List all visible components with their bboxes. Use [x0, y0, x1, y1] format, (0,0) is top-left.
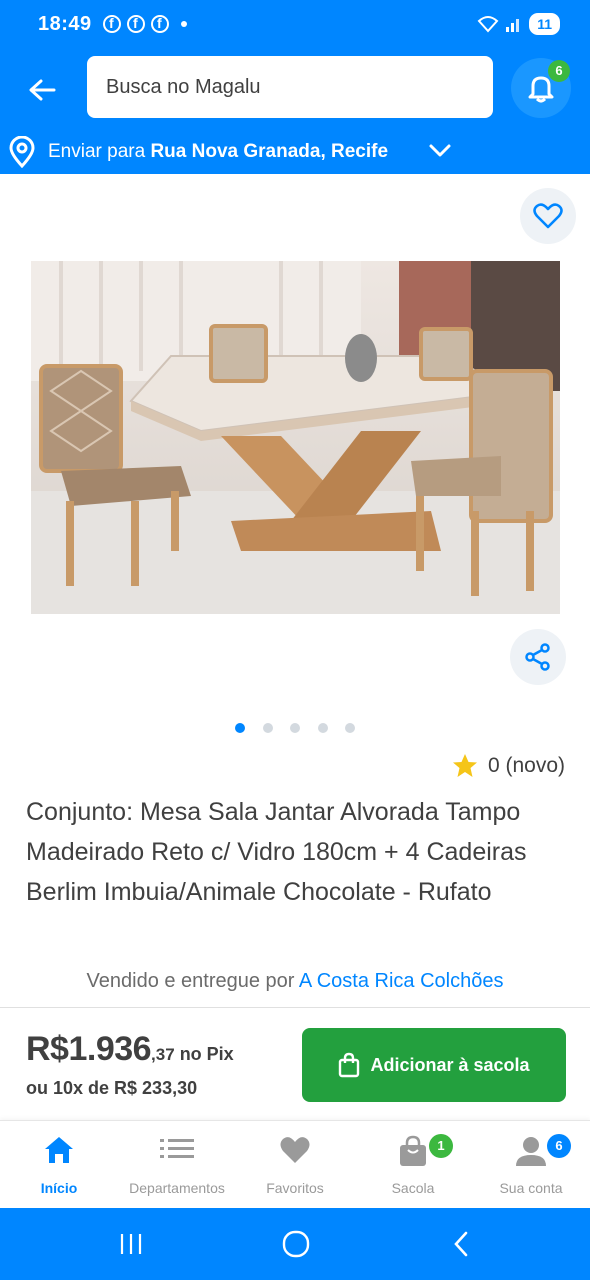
nav-item-sacola[interactable]: 1 Sacola [354, 1121, 472, 1209]
system-back-button[interactable] [441, 1226, 481, 1262]
address-prefix: Enviar para [48, 141, 151, 162]
nav-label-inicio: Início [40, 1180, 78, 1196]
star-icon [452, 754, 477, 777]
price-main: R$1.936 [26, 1030, 152, 1068]
delivery-address-bar[interactable]: Enviar para Rua Nova Granada, Recife [0, 128, 590, 174]
back-button[interactable] [22, 70, 62, 110]
rating-text: 0 (novo) [487, 753, 565, 777]
seller-prefix: Vendido e entregue por [86, 970, 299, 992]
app-header: 6 [0, 50, 590, 128]
battery-indicator: 11 [529, 13, 560, 35]
wifi-icon [477, 16, 499, 33]
address-text: Enviar para Rua Nova Granada, Recife [48, 141, 388, 163]
location-pin-icon [9, 136, 35, 168]
chevron-left-icon [454, 1231, 468, 1257]
recent-apps-icon [120, 1234, 142, 1254]
home-button[interactable] [276, 1226, 316, 1262]
nav-label-favoritos: Favoritos [266, 1180, 324, 1196]
carousel-dot-active[interactable] [235, 723, 245, 733]
more-notifications-icon [181, 21, 187, 27]
favorite-button[interactable] [520, 188, 576, 244]
notification-badge: 6 [548, 60, 570, 82]
heart-outline-icon [533, 203, 563, 229]
add-to-bag-label: Adicionar à sacola [370, 1054, 530, 1075]
user-icon [516, 1137, 546, 1166]
carousel-dot[interactable] [290, 723, 300, 733]
share-button[interactable] [510, 629, 566, 685]
search-box[interactable] [87, 56, 493, 118]
nav-label-departamentos: Departamentos [129, 1180, 225, 1196]
facebook-icon [151, 15, 169, 33]
image-carousel-dots [235, 723, 355, 733]
product-title: Conjunto: Mesa Sala Jantar Alvorada Tamp… [26, 798, 527, 906]
seller-link[interactable]: A Costa Rica Colchões [299, 970, 504, 992]
address-location: Rua Nova Granada, Recife [150, 141, 389, 162]
system-navigation-bar [0, 1208, 590, 1280]
add-to-bag-button[interactable]: Adicionar à sacola [302, 1028, 566, 1102]
chevron-down-icon [429, 144, 451, 157]
home-icon [45, 1137, 73, 1163]
account-badge: 6 [547, 1134, 571, 1158]
product-rating[interactable]: 0 (novo) [452, 753, 565, 778]
status-bar: 18:49 11 [0, 0, 590, 50]
price-cents: ,37 [151, 1045, 175, 1064]
price-method: no Pix [174, 1044, 234, 1064]
home-circle-icon [282, 1230, 310, 1258]
product-image[interactable] [31, 261, 560, 614]
nav-label-sacola: Sacola [391, 1180, 435, 1196]
carousel-dot[interactable] [262, 723, 273, 733]
heart-icon [280, 1137, 310, 1163]
carousel-dot[interactable] [345, 723, 355, 733]
nav-item-sua-conta[interactable]: 6 Sua conta [472, 1121, 590, 1209]
recent-apps-button[interactable] [111, 1226, 151, 1262]
divider [0, 1007, 590, 1008]
status-indicators: 11 [477, 13, 560, 35]
price-installments: ou 10x de R$ 233,30 [26, 1078, 198, 1098]
dining-set-illustration [31, 261, 560, 614]
signal-icon [506, 19, 520, 32]
price-block: R$1.936,37 no Pix [26, 1030, 234, 1069]
shopping-bag-icon [339, 1052, 360, 1078]
bag-count-badge: 1 [429, 1134, 453, 1158]
nav-label-sua-conta: Sua conta [499, 1180, 563, 1196]
carousel-dot[interactable] [317, 723, 328, 733]
facebook-icon [127, 15, 145, 33]
bottom-navigation: Início Departamentos Favoritos 1 Sacola … [0, 1120, 590, 1208]
facebook-icon [103, 15, 121, 33]
status-time: 18:49 [38, 13, 92, 35]
menu-list-icon [160, 1139, 194, 1158]
arrow-left-icon [29, 79, 56, 101]
nav-item-favoritos[interactable]: Favoritos [236, 1121, 354, 1209]
share-icon [525, 643, 550, 671]
nav-item-inicio[interactable]: Início [0, 1121, 118, 1209]
seller-info: Vendido e entregue por A Costa Rica Colc… [0, 970, 590, 993]
notification-icons [103, 15, 187, 33]
shopping-bag-icon [400, 1135, 426, 1166]
search-input[interactable] [87, 56, 493, 118]
nav-item-departamentos[interactable]: Departamentos [118, 1121, 236, 1209]
